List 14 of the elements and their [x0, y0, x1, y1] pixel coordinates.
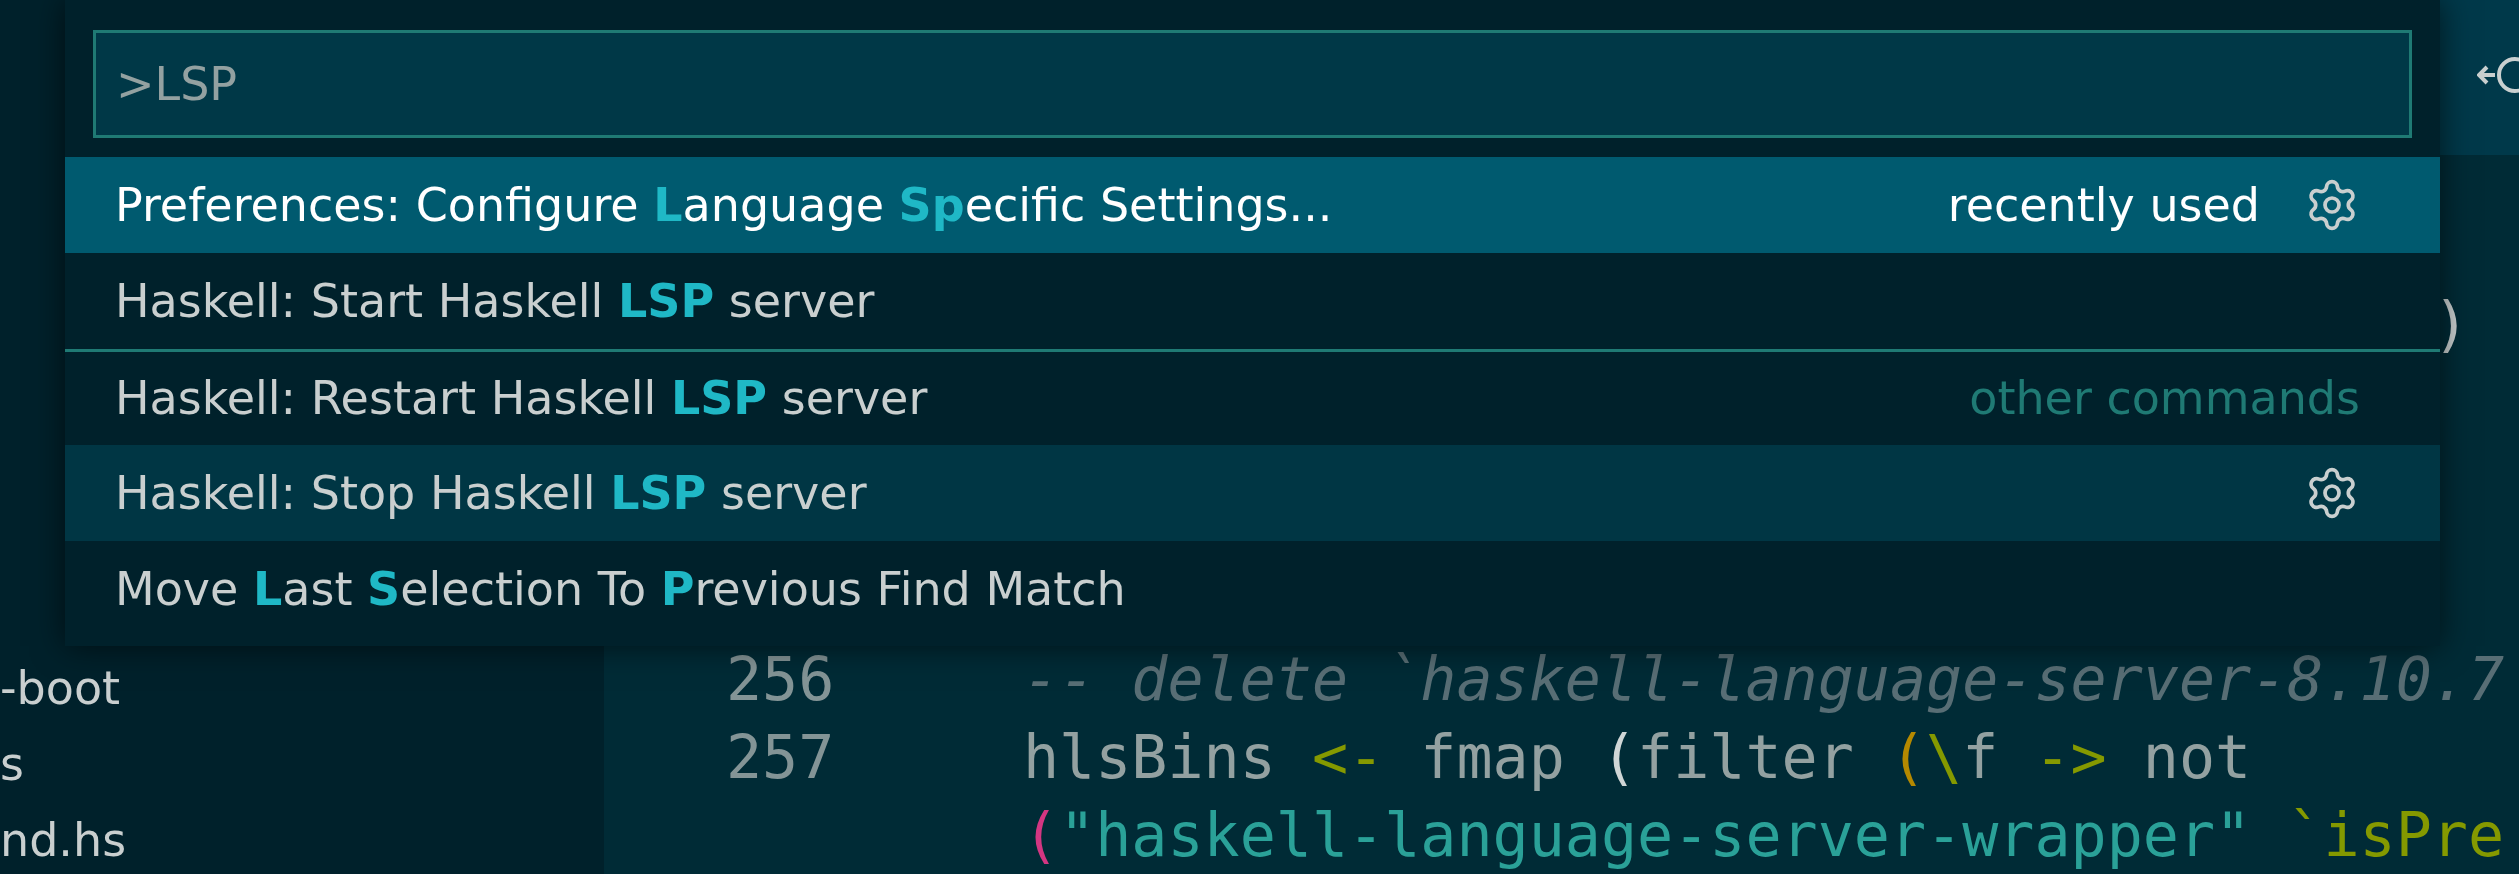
line-number: 256: [726, 644, 835, 714]
code-line: ("haskell-language-server-wrapper" `isPre: [1023, 799, 2505, 872]
item-description: recently used: [1947, 176, 2260, 234]
command-item[interactable]: Move Last Selection To Previous Find Match: [65, 541, 2440, 637]
command-input[interactable]: >LSP: [93, 30, 2412, 138]
file-item[interactable]: nd.hs: [0, 802, 127, 874]
code-line: -- delete `haskell-language-server-8.10.7: [1023, 643, 2505, 716]
file-item[interactable]: -boot: [0, 650, 121, 726]
code-line: hlsBins <- fmap (filter (\f -> not: [1023, 721, 2252, 794]
line-number: 257: [726, 722, 835, 792]
command-item[interactable]: Preferences: Configure Language Specific Settings... recently used: [65, 157, 2440, 253]
file-item[interactable]: s: [0, 726, 24, 802]
item-description: other commands: [1969, 370, 2360, 427]
command-item[interactable]: Haskell: Stop Haskell LSP server: [65, 445, 2440, 541]
